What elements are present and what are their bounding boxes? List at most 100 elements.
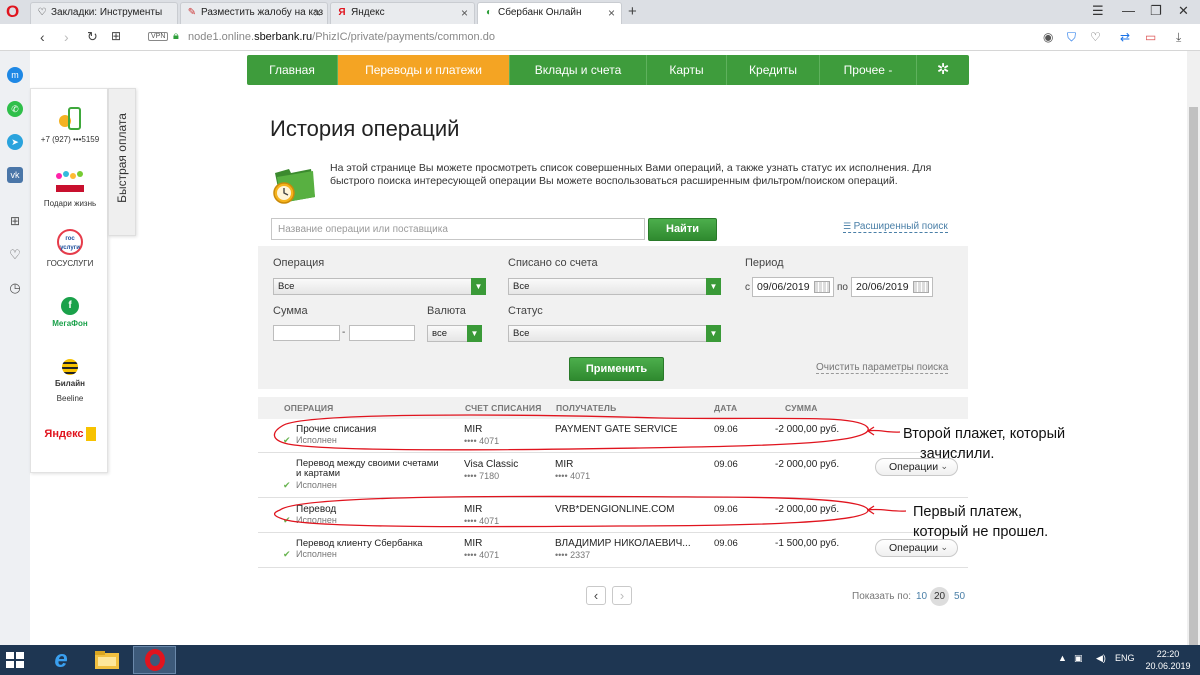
col-operation[interactable]: ОПЕРАЦИЯ: [284, 403, 333, 413]
volume-icon[interactable]: ◀): [1096, 653, 1106, 664]
close-tab-icon[interactable]: ×: [461, 6, 468, 20]
file-explorer-icon[interactable]: [92, 648, 126, 672]
table-row[interactable]: Прочие списания ✔ Исполнен MIR •••• 4071…: [258, 419, 968, 453]
speed-dial-icon[interactable]: ⊞: [111, 29, 121, 43]
col-date[interactable]: ДАТА: [714, 403, 737, 413]
network-icon[interactable]: ▣: [1074, 653, 1083, 664]
table-row[interactable]: Перевод между своими счетами и картами ✔…: [258, 453, 968, 498]
camera-icon[interactable]: ◉: [1043, 30, 1053, 44]
apply-button[interactable]: Применить: [569, 357, 664, 381]
table-row[interactable]: Перевод клиенту Сбербанка ✔ Исполнен MIR…: [258, 533, 968, 568]
status-select[interactable]: Все ▼: [508, 325, 721, 342]
search-button[interactable]: Найти: [648, 218, 717, 241]
heart-icon[interactable]: ♡: [1090, 30, 1101, 44]
account-select[interactable]: Все ▼: [508, 278, 721, 295]
bookmarks-icon[interactable]: ♡: [7, 247, 23, 263]
nav-other[interactable]: Прочее -: [820, 55, 917, 85]
quick-pay-phone[interactable]: +7 (927) •••5159: [31, 107, 109, 144]
page-size-20[interactable]: 20: [930, 587, 949, 606]
telegram-icon[interactable]: ➤: [7, 134, 23, 150]
minimize-icon[interactable]: —: [1122, 3, 1135, 18]
speed-dial-icon[interactable]: ⊞: [7, 213, 23, 229]
operation-select[interactable]: Все ▼: [273, 278, 486, 295]
gosuslugi-logo: гос услуги: [57, 229, 83, 255]
quick-pay-toggle-tab[interactable]: Быстрая оплата: [108, 88, 136, 236]
restore-icon[interactable]: ❐: [1150, 3, 1162, 19]
page-size-50[interactable]: 50: [954, 591, 965, 602]
page-scrollbar[interactable]: [1187, 51, 1200, 647]
nav-deposits-accounts[interactable]: Вклады и счета: [510, 55, 647, 85]
whatsapp-icon[interactable]: ✆: [7, 101, 23, 117]
gear-icon[interactable]: ✲: [917, 55, 969, 85]
table-row[interactable]: Перевод ✔ Исполнен MIR •••• 4071 VRB*DEN…: [258, 498, 968, 533]
advanced-search-link[interactable]: ☰ Расширенный поиск: [843, 221, 948, 233]
reload-icon[interactable]: ↻: [87, 29, 98, 45]
messenger-icon[interactable]: m: [7, 67, 23, 83]
url-field[interactable]: node1.online.sberbank.ru/PhizIC/private/…: [188, 31, 495, 43]
new-tab-button[interactable]: +: [628, 3, 637, 20]
annotation-note-2: Первый платеж, который не прошел.: [913, 502, 1048, 542]
translate-icon[interactable]: ⇄: [1120, 30, 1130, 44]
chevron-down-icon: ▼: [706, 325, 721, 342]
quick-pay-gosuslugi[interactable]: гос услуги ГОСУСЛУГИ: [31, 229, 109, 268]
page-size-10[interactable]: 10: [916, 591, 927, 602]
check-icon: ✔: [283, 480, 291, 490]
quick-pay-label: Beeline: [56, 394, 84, 403]
calendar-icon[interactable]: [913, 281, 929, 293]
nav-credits[interactable]: Кредиты: [727, 55, 820, 85]
col-amount[interactable]: СУММА: [785, 403, 818, 413]
back-icon[interactable]: ‹: [40, 29, 45, 45]
account-name: MIR: [464, 538, 483, 549]
windows-start-icon[interactable]: [4, 650, 28, 670]
forward-icon[interactable]: ›: [64, 29, 69, 45]
period-from-input[interactable]: 09/06/2019: [752, 277, 834, 297]
operation-date: 09.06: [714, 504, 738, 515]
download-icon[interactable]: ⤓: [1176, 30, 1181, 45]
nav-cards[interactable]: Карты: [647, 55, 727, 85]
vpn-badge[interactable]: VPN: [148, 32, 169, 41]
close-tab-icon[interactable]: ×: [608, 6, 615, 20]
col-recipient[interactable]: ПОЛУЧАТЕЛЬ: [556, 403, 616, 413]
tab-sberbank[interactable]: ◐ Сбербанк Онлайн ×: [477, 2, 622, 24]
adblock-icon[interactable]: ▭: [1145, 30, 1156, 44]
tab-menu-icon[interactable]: ☰: [1092, 3, 1104, 19]
clear-search-link[interactable]: Очистить параметры поиска: [816, 362, 949, 374]
nav-transfers-payments[interactable]: Переводы и платежи: [338, 55, 510, 85]
quick-pay-podari-zhizn[interactable]: Подари жизнь: [31, 169, 109, 208]
amount-to-input[interactable]: [349, 325, 415, 341]
currency-select[interactable]: все ▼: [427, 325, 482, 342]
tab-yandex[interactable]: Я Яндекс ×: [330, 2, 475, 24]
system-clock[interactable]: 22:20 20.06.2019: [1140, 648, 1196, 672]
opera-taskbar-icon[interactable]: [133, 646, 176, 674]
period-to-input[interactable]: 20/06/2019: [851, 277, 933, 297]
nav-main[interactable]: Главная: [247, 55, 338, 85]
opera-menu-icon[interactable]: O: [6, 3, 22, 21]
col-account[interactable]: СЧЕТ СПИСАНИЯ: [465, 403, 542, 413]
lock-icon[interactable]: 🔒︎: [173, 30, 179, 43]
amount-from-input[interactable]: [273, 325, 340, 341]
url-path: /PhizIC/private/payments/common.do: [312, 31, 495, 43]
quick-pay-megafon[interactable]: f МегаФон: [31, 297, 109, 328]
search-input[interactable]: [271, 218, 645, 240]
close-tab-icon[interactable]: ×: [314, 6, 321, 20]
table-header: ОПЕРАЦИЯ СЧЕТ СПИСАНИЯ ПОЛУЧАТЕЛЬ ДАТА С…: [258, 397, 968, 419]
currency-filter-label: Валюта: [427, 305, 466, 317]
scrollbar-thumb[interactable]: [1189, 107, 1198, 647]
close-window-icon[interactable]: ✕: [1178, 3, 1189, 19]
recipient-name: VRB*DENGIONLINE.COM: [555, 504, 675, 515]
operations-label: Операции: [889, 542, 939, 554]
history-icon[interactable]: ◷: [7, 280, 23, 296]
tray-expand-icon[interactable]: ▲: [1058, 653, 1067, 663]
vk-icon[interactable]: vk: [7, 167, 23, 183]
prev-page-button[interactable]: ‹: [586, 586, 606, 605]
quick-pay-yandex-money[interactable]: Яндекс: [31, 427, 109, 445]
internet-explorer-icon[interactable]: e: [44, 648, 78, 672]
quick-pay-beeline[interactable]: Билайн Beeline: [31, 359, 109, 403]
tab-complaint[interactable]: ✎ Разместить жалобу на каз ×: [180, 2, 328, 24]
calendar-icon[interactable]: [814, 281, 830, 293]
tab-bookmarks[interactable]: ♡ Закладки: Инструменты: [30, 2, 178, 24]
next-page-button[interactable]: ›: [612, 586, 632, 605]
shield-icon[interactable]: ⛉: [1067, 30, 1076, 45]
sberbank-icon: ◐: [485, 7, 493, 18]
language-indicator[interactable]: ENG: [1115, 653, 1135, 663]
